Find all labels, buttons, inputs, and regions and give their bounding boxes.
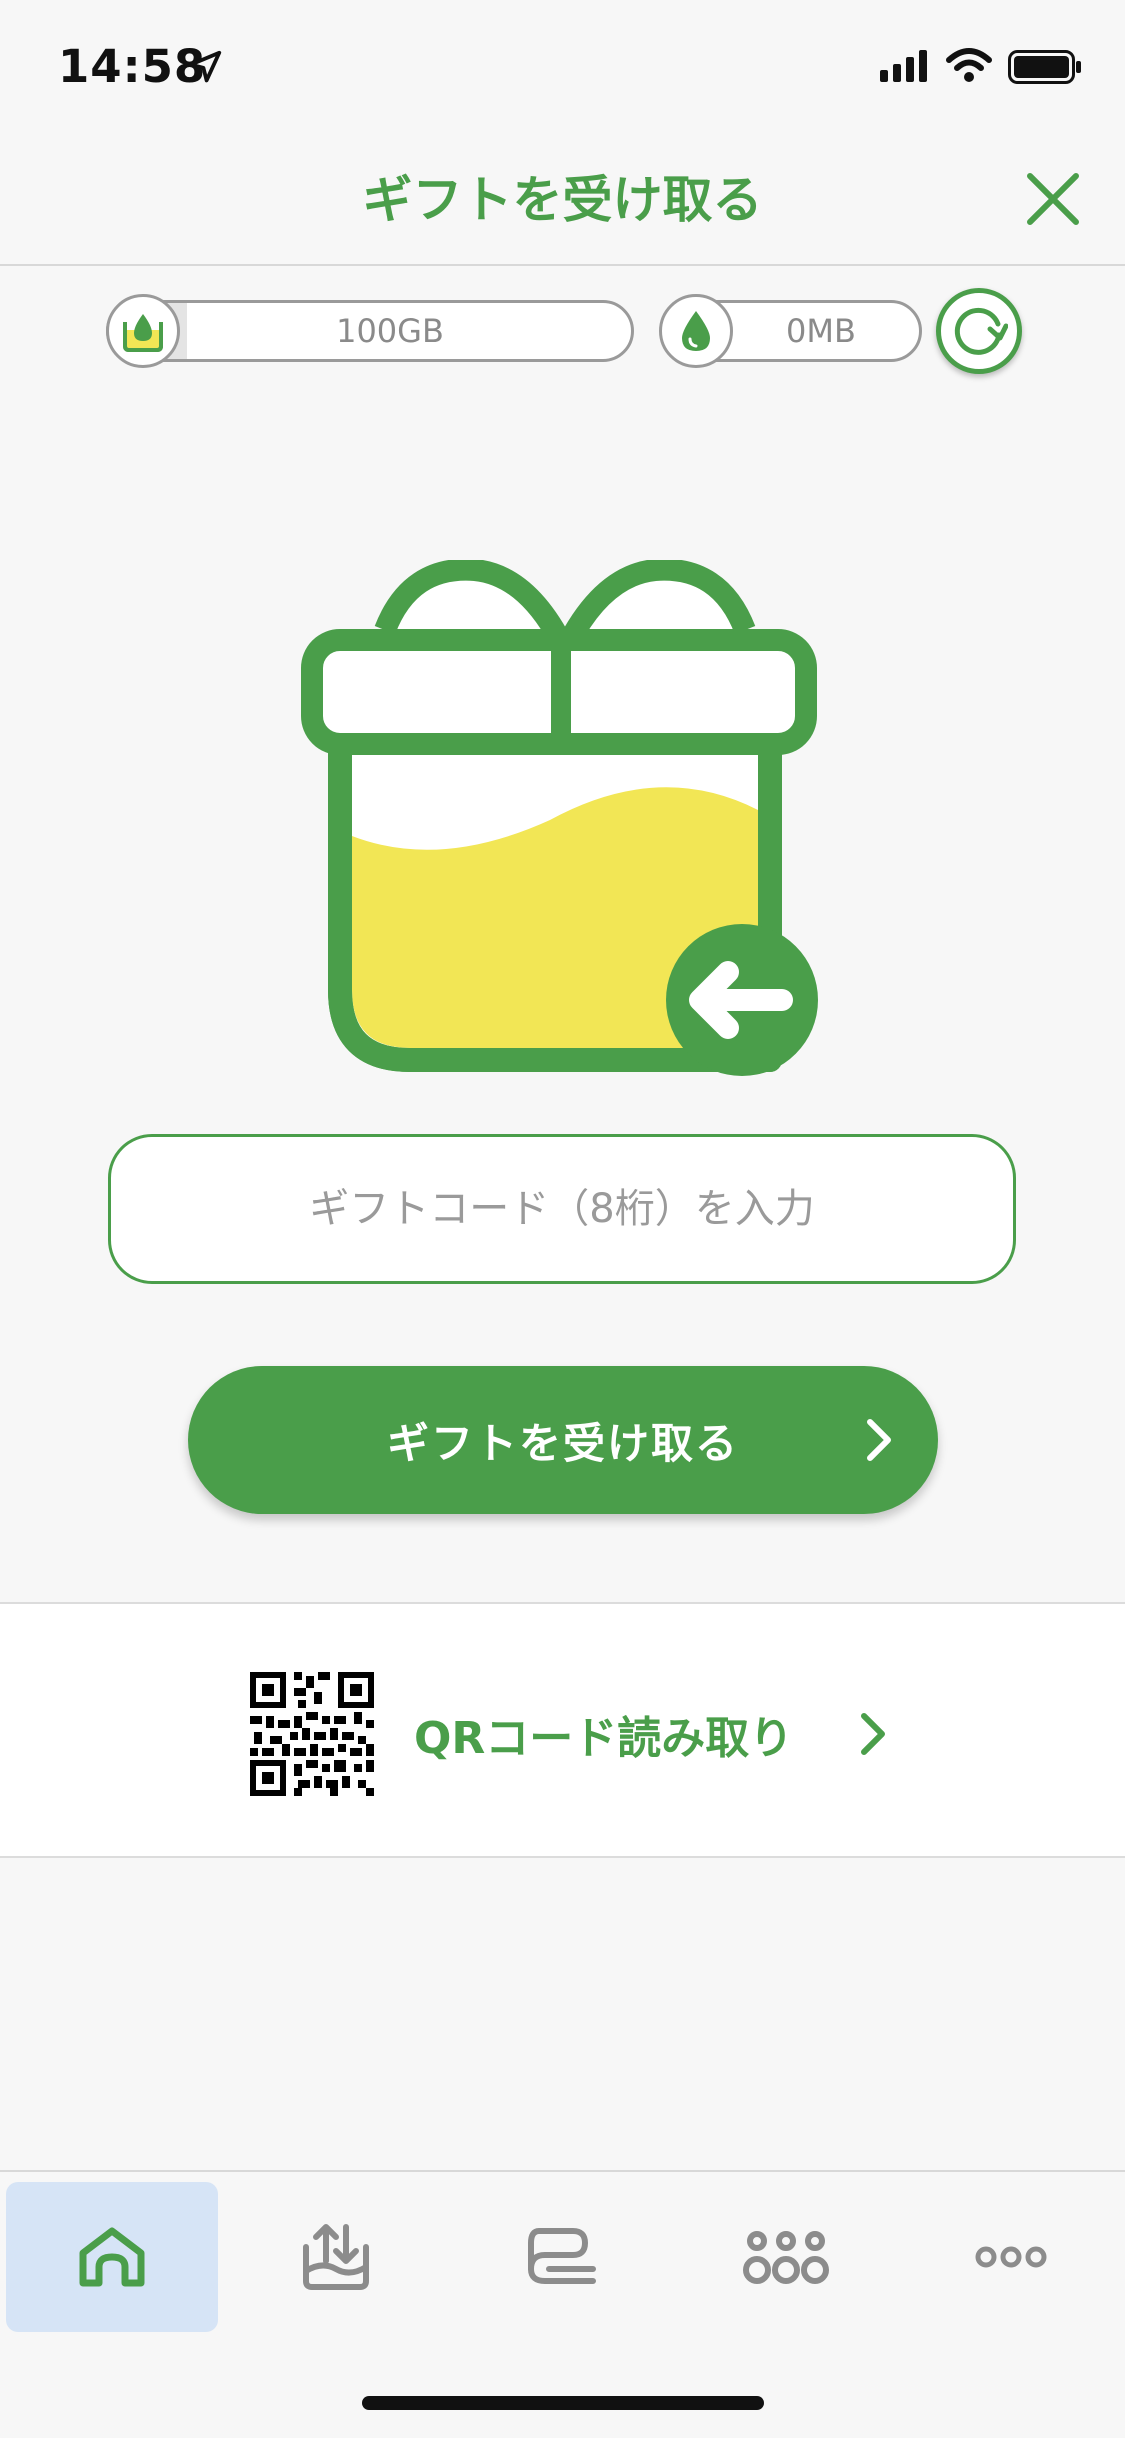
location-arrow-icon [188, 50, 222, 83]
tab-more[interactable] [905, 2182, 1117, 2332]
status-time: 14:58 [58, 40, 207, 93]
signal-icon [880, 50, 927, 82]
gift-code-input[interactable] [108, 1134, 1016, 1284]
data-balance-value: 100GB [336, 312, 444, 350]
chat-icon [528, 2228, 596, 2284]
receive-gift-button[interactable]: ギフトを受け取る [188, 1366, 938, 1514]
refresh-button[interactable] [936, 288, 1022, 374]
transfer-icon [303, 2224, 369, 2290]
chevron-right-icon [867, 1419, 891, 1461]
chevron-right-icon [861, 1713, 885, 1755]
tab-share[interactable] [680, 2182, 892, 2332]
qr-code-icon [250, 1672, 374, 1796]
tab-home[interactable] [6, 2182, 218, 2332]
tab-chat[interactable] [455, 2182, 667, 2332]
home-indicator [362, 2396, 764, 2410]
home-icon [79, 2227, 145, 2287]
more-icon [975, 2246, 1047, 2268]
header-divider [0, 264, 1125, 266]
battery-icon [1008, 50, 1081, 84]
refresh-icon [954, 307, 1008, 355]
tab-transfer[interactable] [230, 2182, 442, 2332]
page-title: ギフトを受け取る [362, 171, 763, 229]
share-icon [743, 2231, 829, 2284]
gift-receive-illustration [301, 560, 818, 1076]
close-button[interactable] [1022, 168, 1084, 230]
qr-code-scan-label: QRコード読み取り [414, 1713, 794, 1764]
data-tank-icon [106, 294, 180, 368]
receive-gift-button-label: ギフトを受け取る [386, 1418, 739, 1468]
close-icon [1027, 173, 1079, 225]
data-balance-pill[interactable]: 100GB [106, 300, 634, 362]
qr-code-scan-row[interactable]: QRコード読み取り [0, 1602, 1125, 1858]
wifi-icon [946, 48, 992, 82]
drop-icon [659, 294, 733, 368]
